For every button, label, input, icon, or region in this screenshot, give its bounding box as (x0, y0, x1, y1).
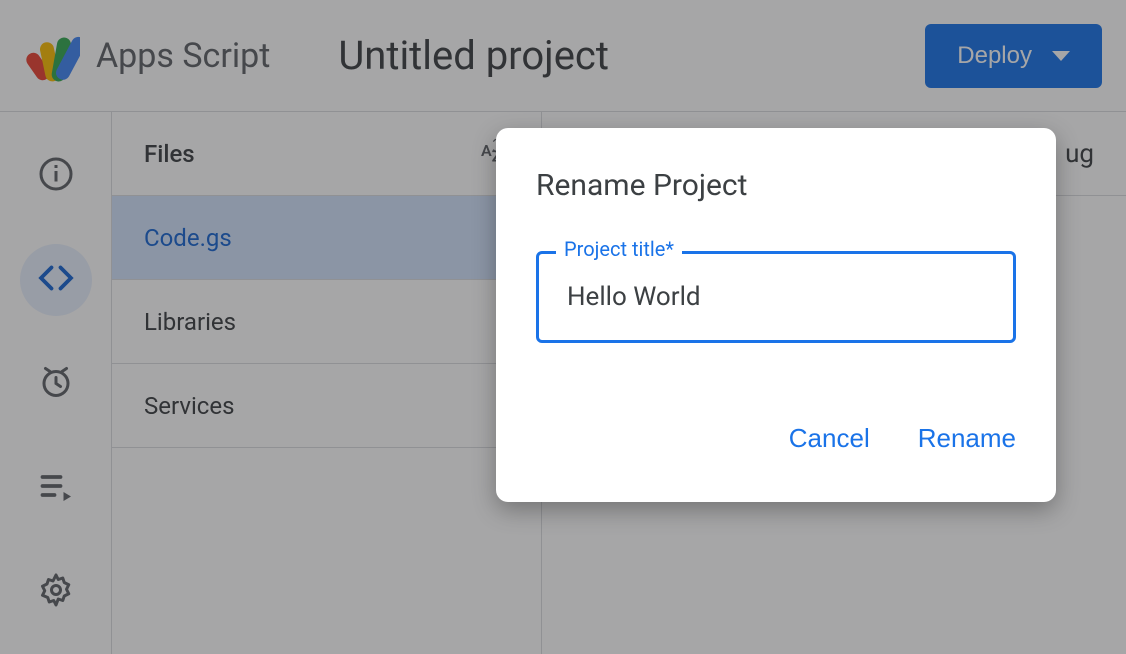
app-root: Apps Script Untitled project Deploy (0, 0, 1126, 654)
project-title-field: Project title* (536, 251, 1016, 343)
project-title-label: Project title* (556, 237, 682, 261)
rename-project-dialog: Rename Project Project title* Cancel Ren… (496, 128, 1056, 502)
cancel-button[interactable]: Cancel (789, 415, 870, 462)
rename-button[interactable]: Rename (918, 415, 1016, 462)
project-title-input[interactable] (536, 251, 1016, 343)
dialog-actions: Cancel Rename (536, 415, 1016, 462)
dialog-title: Rename Project (536, 168, 1016, 203)
